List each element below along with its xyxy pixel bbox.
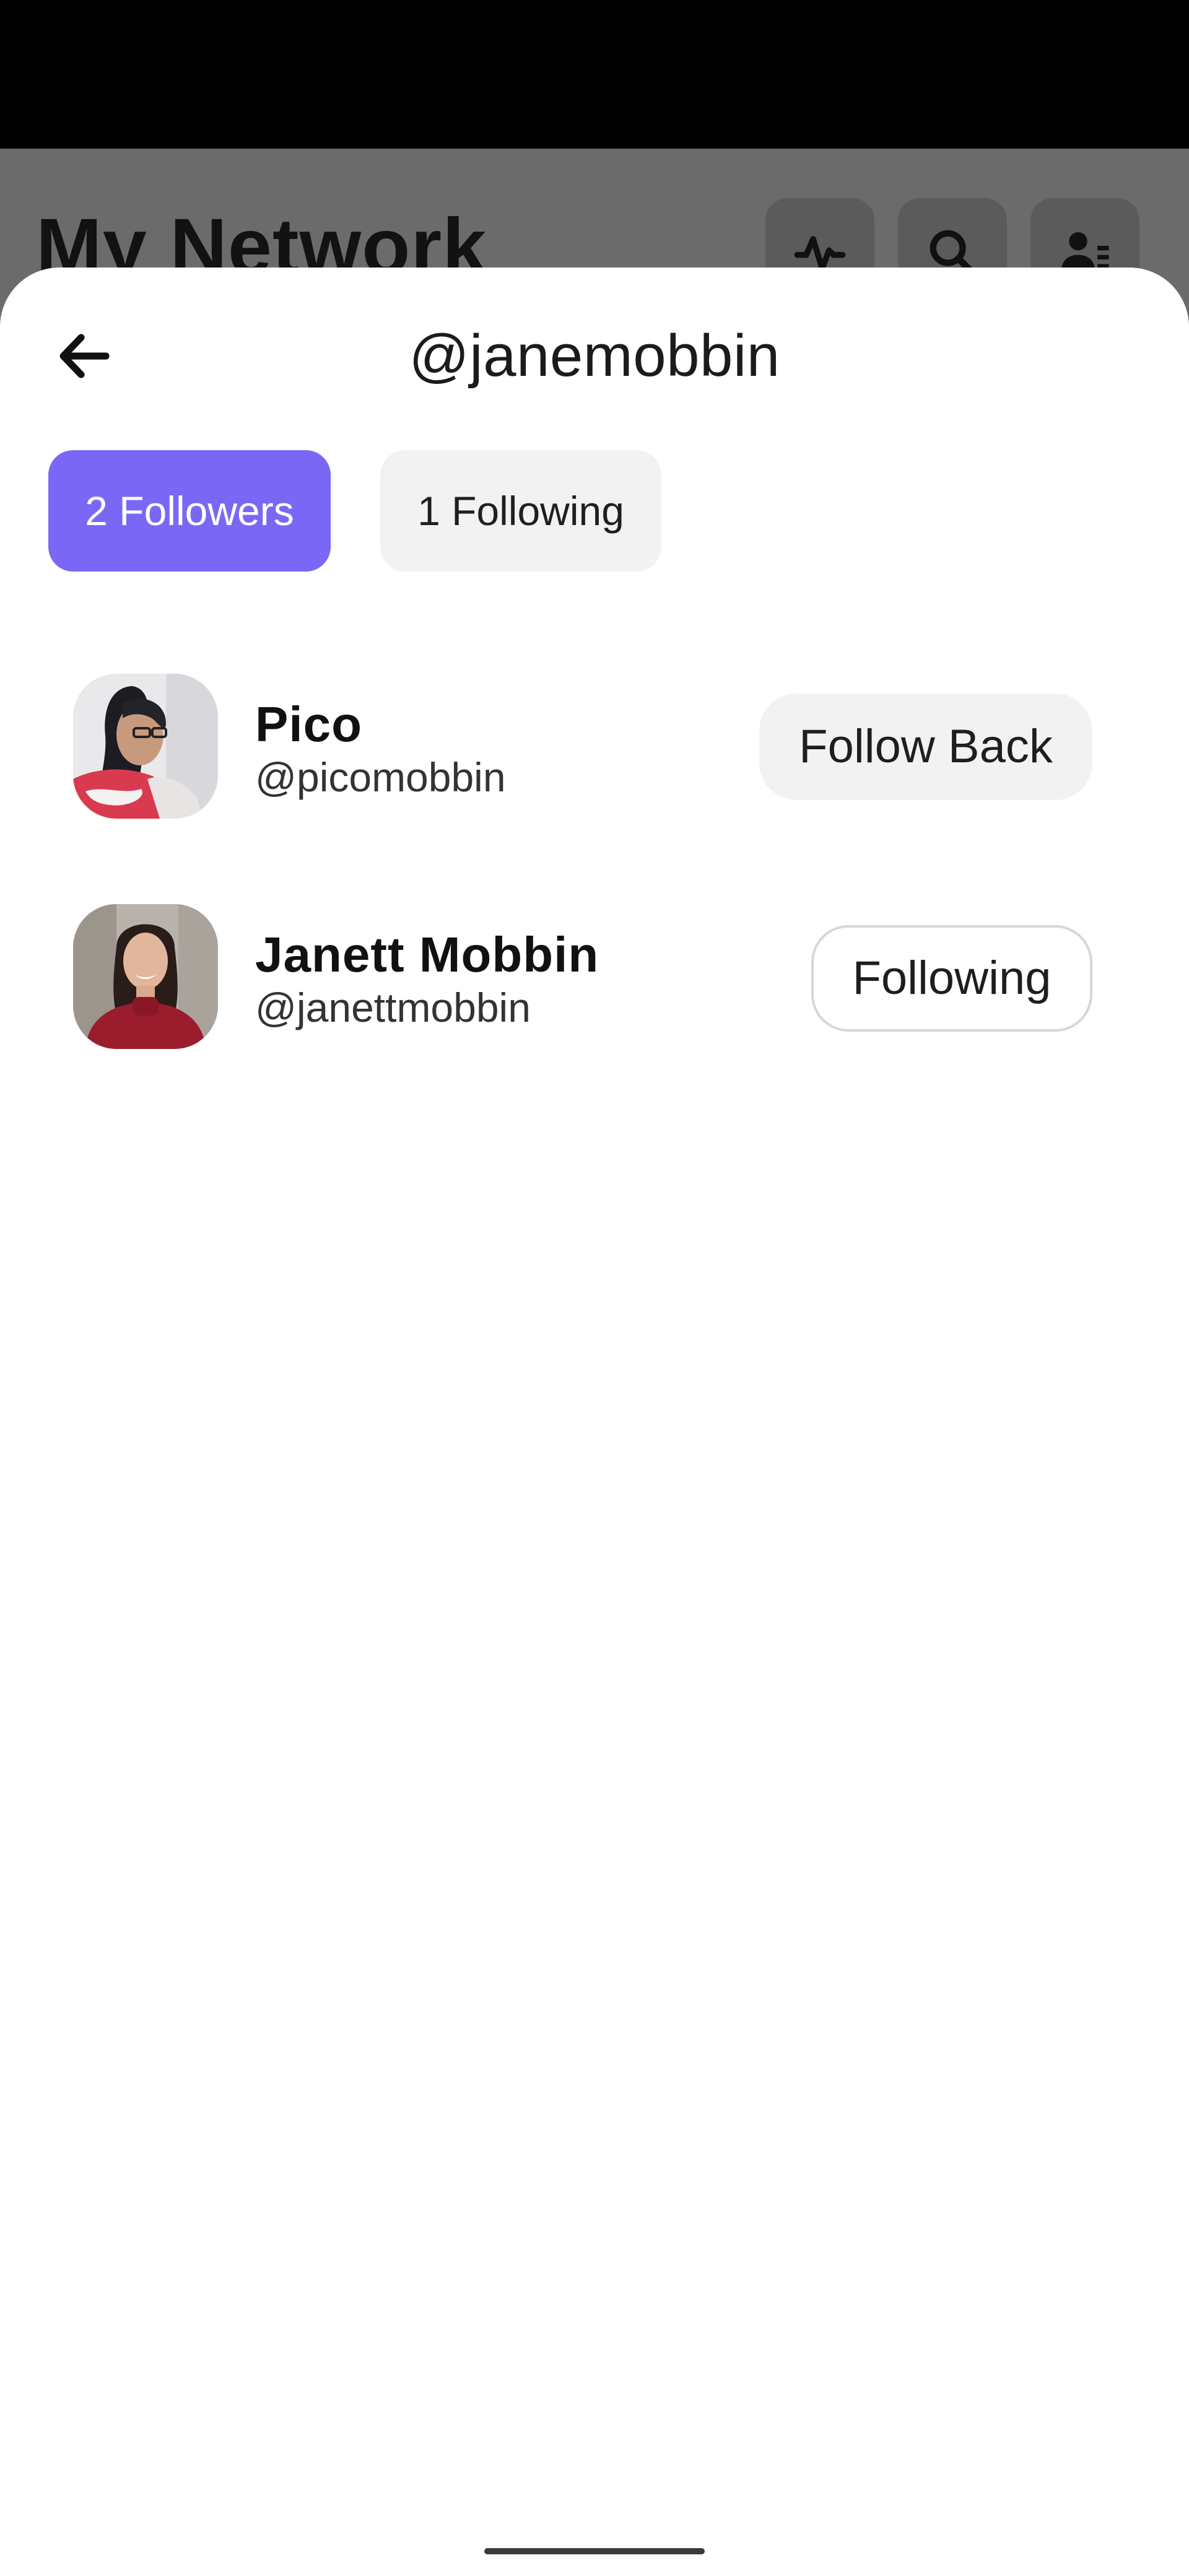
avatar-janett — [73, 904, 218, 1049]
screen: My Network @janemobbin 2 Followers 1 Fol… — [0, 0, 1189, 2576]
list-item[interactable]: Janett Mobbin @janettmobbin Following — [0, 904, 1189, 1050]
followers-sheet — [0, 268, 1189, 2576]
user-handle: @janettmobbin — [255, 985, 531, 1030]
list-item[interactable]: Pico @picomobbin Follow Back — [0, 674, 1189, 820]
home-indicator — [484, 2548, 705, 2554]
status-bar — [0, 0, 1189, 149]
user-handle: @picomobbin — [255, 754, 506, 800]
avatar[interactable] — [73, 674, 218, 819]
user-name: Pico — [255, 697, 362, 752]
following-button[interactable]: Following — [811, 925, 1092, 1032]
sheet-title: @janemobbin — [409, 323, 780, 389]
follow-back-button[interactable]: Follow Back — [759, 694, 1092, 800]
tab-following[interactable]: 1 Following — [380, 450, 661, 572]
avatar[interactable] — [73, 904, 218, 1049]
tab-followers[interactable]: 2 Followers — [48, 450, 331, 572]
avatar-pico — [73, 674, 218, 819]
user-name: Janett Mobbin — [255, 927, 599, 982]
